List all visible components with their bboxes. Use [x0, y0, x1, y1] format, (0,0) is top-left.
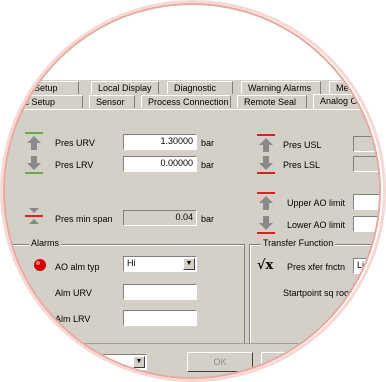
tab-more[interactable]: Me — [329, 81, 379, 94]
pres-lrv-unit: bar — [201, 160, 215, 170]
ao-alm-typ-select[interactable]: Hi ▼ — [123, 256, 197, 272]
tab-sensor[interactable]: Sensor — [89, 95, 135, 108]
alarms-group-title: Alarms — [29, 238, 62, 248]
button-bar: ▼ OK Cancel — [5, 343, 379, 377]
alm-urv-label: Alm URV — [55, 288, 92, 298]
pres-usl-field — [353, 136, 379, 152]
magnified-dialog: Setup Local Display Diagnostic Warning A… — [3, 3, 381, 379]
pres-usl-label: Pres USL — [283, 140, 322, 150]
tab-basic-setup[interactable]: tic Setup — [13, 95, 83, 108]
pres-xfer-fnctn-select[interactable]: Linea — [353, 258, 380, 274]
pres-min-span-field: 0.04 — [123, 210, 197, 226]
alm-lrv-label: Alm LRV — [55, 314, 91, 324]
down-arrow-icon — [25, 156, 43, 174]
extra-button[interactable] — [323, 352, 379, 372]
up-arrow-icon — [25, 132, 43, 150]
upper-ao-limit-icon — [257, 192, 275, 210]
tab-panel: Pres URV 1.30000 bar Pres LRV 0.00000 ba… — [5, 109, 379, 350]
ao-alm-typ-label: AO alm typ — [55, 262, 100, 272]
alm-lrv-field[interactable] — [123, 310, 197, 326]
pres-lsl-field — [353, 156, 379, 172]
pres-lrv-field[interactable]: 0.00000 — [123, 156, 197, 172]
window-background — [5, 5, 379, 80]
usl-arrow-icon — [257, 134, 275, 152]
tab-warning-alarms[interactable]: Warning Alarms — [241, 81, 321, 94]
upper-ao-limit-label: Upper AO limit — [287, 198, 346, 208]
lower-ao-limit-field[interactable] — [353, 216, 379, 232]
tab-diagnostic[interactable]: Diagnostic — [167, 81, 233, 94]
pres-urv-unit: bar — [201, 138, 215, 148]
lower-ao-limit-icon — [257, 216, 275, 234]
sqrt-icon: √x — [257, 258, 274, 273]
pres-min-span-unit: bar — [201, 214, 215, 224]
pres-urv-field[interactable]: 1.30000 — [123, 134, 197, 150]
pres-xfer-fnctn-label: Pres xfer fnctn — [287, 262, 346, 272]
startpoint-sq-root-label: Startpoint sq root — [283, 288, 352, 298]
upper-ao-limit-field[interactable] — [353, 194, 379, 210]
ao-alm-typ-value: Hi — [127, 258, 136, 268]
lower-ao-limit-label: Lower AO limit — [287, 220, 346, 230]
cancel-button[interactable]: Cancel — [261, 352, 317, 372]
tab-row-1: Setup Local Display Diagnostic Warning A… — [5, 81, 379, 95]
tab-setup[interactable]: Setup — [27, 81, 79, 94]
tab-remote-seal[interactable]: Remote Seal — [237, 95, 307, 108]
tab-row-2: tic Setup Sensor Process Connection Remo… — [5, 94, 379, 109]
bottom-select[interactable]: ▼ — [5, 354, 147, 370]
chevron-down-icon[interactable]: ▼ — [133, 356, 145, 368]
tab-analog-output[interactable]: Analog Out — [313, 94, 379, 109]
pres-min-span-label: Pres min span — [55, 214, 113, 224]
ok-button[interactable]: OK — [187, 352, 253, 372]
chevron-down-icon[interactable]: ▼ — [183, 258, 195, 270]
pres-xfer-fnctn-value: Linea — [357, 260, 380, 270]
tab-process-connection[interactable]: Process Connection — [141, 95, 231, 108]
tab-local-display[interactable]: Local Display — [91, 81, 159, 94]
pres-urv-label: Pres URV — [55, 138, 95, 148]
pres-lsl-label: Pres LSL — [283, 160, 321, 170]
transfer-function-group-title: Transfer Function — [261, 238, 336, 248]
alarm-led-icon — [34, 259, 46, 271]
pres-lrv-label: Pres LRV — [55, 160, 94, 170]
lsl-arrow-icon — [257, 156, 275, 174]
startpoint-sq-root-field[interactable] — [353, 284, 379, 300]
alm-urv-field[interactable] — [123, 284, 197, 300]
span-arrows-icon — [25, 208, 43, 224]
